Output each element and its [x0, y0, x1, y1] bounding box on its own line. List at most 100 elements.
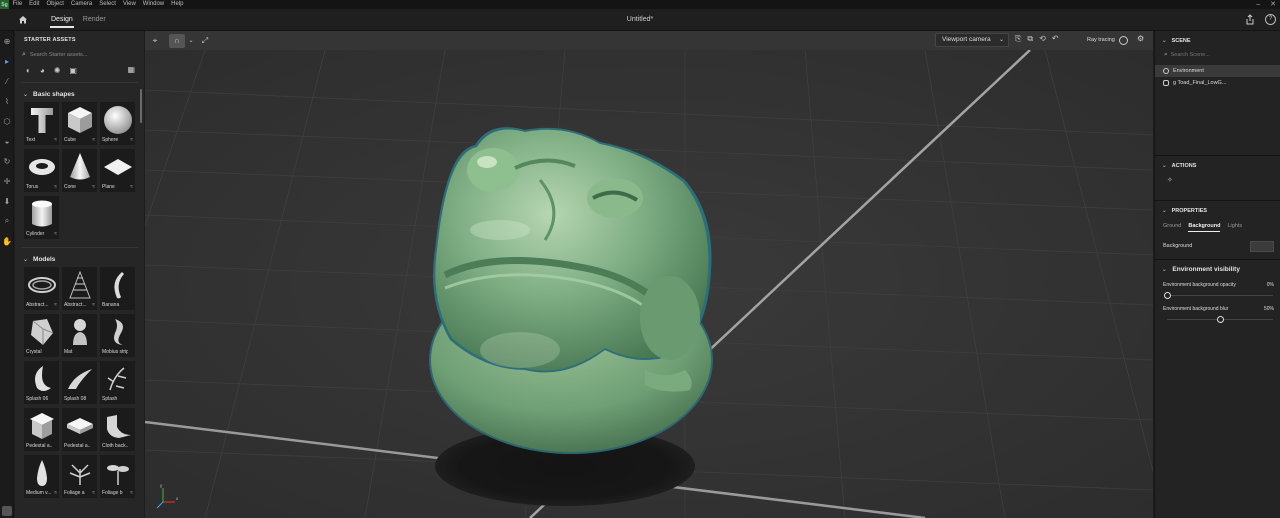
menu-window[interactable]: Window	[139, 0, 167, 9]
actions-section-header[interactable]: ⌄ ACTIONS	[1155, 158, 1280, 174]
home-button[interactable]	[0, 9, 46, 31]
add-icon[interactable]: ⊕	[0, 31, 14, 51]
tab-ground[interactable]: Ground	[1163, 223, 1181, 229]
action-wand-icon[interactable]: ✧	[1155, 174, 1280, 192]
asset-model[interactable]: Abstract... ≈	[62, 267, 97, 310]
asset-model[interactable]: Pedestal a...	[62, 408, 97, 451]
asset-model[interactable]: Foliage a ≈	[62, 455, 97, 498]
transform-icon[interactable]: ⌖	[147, 34, 163, 48]
rotate-icon[interactable]: ↻	[0, 151, 14, 171]
viewport-settings-icon[interactable]: ⚙	[1137, 34, 1144, 43]
lights-filter-icon[interactable]: ✺	[54, 66, 61, 75]
divider	[1155, 200, 1280, 201]
menu-view[interactable]: View	[119, 0, 139, 9]
slider-knob[interactable]	[1216, 316, 1224, 323]
options-icon[interactable]: ≈	[92, 184, 95, 190]
options-icon[interactable]: ≈	[54, 490, 57, 496]
tab-lights[interactable]: Lights	[1227, 223, 1242, 229]
viewport-scene[interactable]: x y	[145, 50, 1153, 518]
asset-label: Cone	[64, 184, 76, 190]
asset-label: Pedestal a...	[64, 443, 90, 449]
asset-cylinder[interactable]: Cylinder ≈	[24, 196, 59, 239]
asset-cone[interactable]: Cone ≈	[62, 149, 97, 192]
asset-model[interactable]: Splash	[100, 361, 135, 404]
undo-camera-icon[interactable]: ↶	[1052, 34, 1059, 44]
asset-model[interactable]: Medium v... ≈	[24, 455, 59, 498]
tab-render[interactable]: Render	[78, 9, 111, 31]
options-icon[interactable]: ≈	[130, 490, 133, 496]
scene-section-header[interactable]: ⌄ SCENE	[1155, 33, 1280, 49]
select-tool-icon[interactable]: ▸	[0, 51, 14, 71]
asset-model[interactable]: Crystal	[24, 314, 59, 357]
camera-view-icon[interactable]: ⧉	[1027, 34, 1033, 44]
scene-search[interactable]: ⌕ Search Scene...	[1155, 49, 1280, 61]
chevron-down-icon[interactable]: ⌄	[187, 34, 195, 48]
asset-model[interactable]: Banana	[100, 267, 135, 310]
grid-view-icon[interactable]: ▦	[127, 65, 135, 74]
orbit-icon[interactable]: ◒	[0, 131, 14, 151]
asset-model[interactable]: Mat	[62, 314, 97, 357]
options-icon[interactable]: ≈	[92, 302, 95, 308]
share-icon[interactable]	[1245, 14, 1255, 25]
zoom-icon[interactable]: ⌕	[0, 211, 14, 231]
camera-icon[interactable]: ⎘	[1015, 34, 1021, 44]
tab-design[interactable]: Design	[46, 9, 78, 31]
asset-model[interactable]: Mobius strip	[100, 314, 135, 357]
menu-help[interactable]: Help	[168, 0, 187, 9]
asset-text[interactable]: Text ≈	[24, 102, 59, 145]
models-filter-icon[interactable]: ◐	[26, 66, 31, 75]
ray-tracing-toggle[interactable]	[1119, 36, 1128, 45]
asset-model[interactable]: Cloth back...	[100, 408, 135, 451]
assets-search[interactable]: ⌕ Search Starter assets...	[22, 49, 138, 61]
slider-knob[interactable]	[1163, 292, 1171, 299]
options-icon[interactable]: ≈	[54, 184, 57, 190]
minimize-button[interactable]: –	[1256, 0, 1260, 9]
scene-item-toad[interactable]: g Toad_Final_LowG...	[1155, 77, 1280, 89]
asset-model[interactable]: Splash 08	[62, 361, 97, 404]
asset-model[interactable]: Splash 06	[24, 361, 59, 404]
images-filter-icon[interactable]: ▣	[69, 66, 77, 75]
options-icon[interactable]: ≈	[130, 184, 133, 190]
magnet-snap-icon[interactable]: ∩	[169, 33, 185, 48]
asset-model[interactable]: Foliage b ≈	[100, 455, 135, 498]
viewport[interactable]: ⌖ ∩ ⌄ ⤢ Viewport camera ⌄ ⎘ ⧉ ⟲ ↶ Ray tr…	[145, 31, 1153, 518]
asset-cube[interactable]: Cube ≈	[62, 102, 97, 145]
hand-icon[interactable]: ✋	[0, 231, 14, 251]
options-icon[interactable]: ≈	[92, 137, 95, 143]
asset-model[interactable]: Pedestal a...	[24, 408, 59, 451]
magic-select-icon[interactable]: ⁄	[0, 71, 14, 91]
background-color-swatch[interactable]	[1250, 241, 1274, 252]
asset-sphere[interactable]: Sphere ≈	[100, 102, 135, 145]
materials-filter-icon[interactable]: ◕	[40, 66, 45, 75]
opacity-slider[interactable]: Environment background opacity 0%	[1155, 281, 1280, 305]
options-icon[interactable]: ≈	[54, 302, 57, 308]
options-icon[interactable]: ≈	[92, 490, 95, 496]
options-icon[interactable]: ≈	[130, 137, 133, 143]
panel-toggle-icon[interactable]	[2, 506, 12, 516]
slider-track[interactable]	[1167, 295, 1273, 296]
help-icon[interactable]: ?	[1265, 14, 1276, 25]
object-tool-icon[interactable]: ⬡	[0, 111, 14, 131]
section-basic-shapes[interactable]: ⌄ Basic shapes	[15, 86, 144, 102]
panel-scrollbar[interactable]	[140, 89, 142, 123]
orbit-camera-icon[interactable]: ⟲	[1039, 34, 1046, 44]
asset-model[interactable]: Abstract... ≈	[24, 267, 59, 310]
drop-icon[interactable]: ⬇	[0, 191, 14, 211]
asset-torus[interactable]: Torus ≈	[24, 149, 59, 192]
paint-icon[interactable]: ⌇	[0, 91, 14, 111]
options-icon[interactable]: ≈	[54, 137, 57, 143]
section-models[interactable]: ⌄ Models	[15, 251, 144, 267]
properties-section-header[interactable]: ⌄ PROPERTIES	[1155, 203, 1280, 219]
asset-label: Sphere	[102, 137, 119, 143]
env-visibility-header[interactable]: ⌄ Environment visibility	[1155, 263, 1280, 277]
frame-icon[interactable]: ⤢	[197, 34, 213, 48]
starter-assets-panel: STARTER ASSETS ⌕ Search Starter assets..…	[15, 31, 144, 518]
tab-background[interactable]: Background	[1188, 223, 1221, 232]
blur-slider[interactable]: Environment background blur 50%	[1155, 305, 1280, 329]
scene-item-environment[interactable]: Environment	[1155, 65, 1280, 77]
options-icon[interactable]: ≈	[54, 231, 57, 237]
move-icon[interactable]: ✛	[0, 171, 14, 191]
asset-plane[interactable]: Plane ≈	[100, 149, 135, 192]
close-window-button[interactable]: ✕	[1270, 0, 1276, 9]
camera-select[interactable]: Viewport camera ⌄	[935, 33, 1009, 47]
